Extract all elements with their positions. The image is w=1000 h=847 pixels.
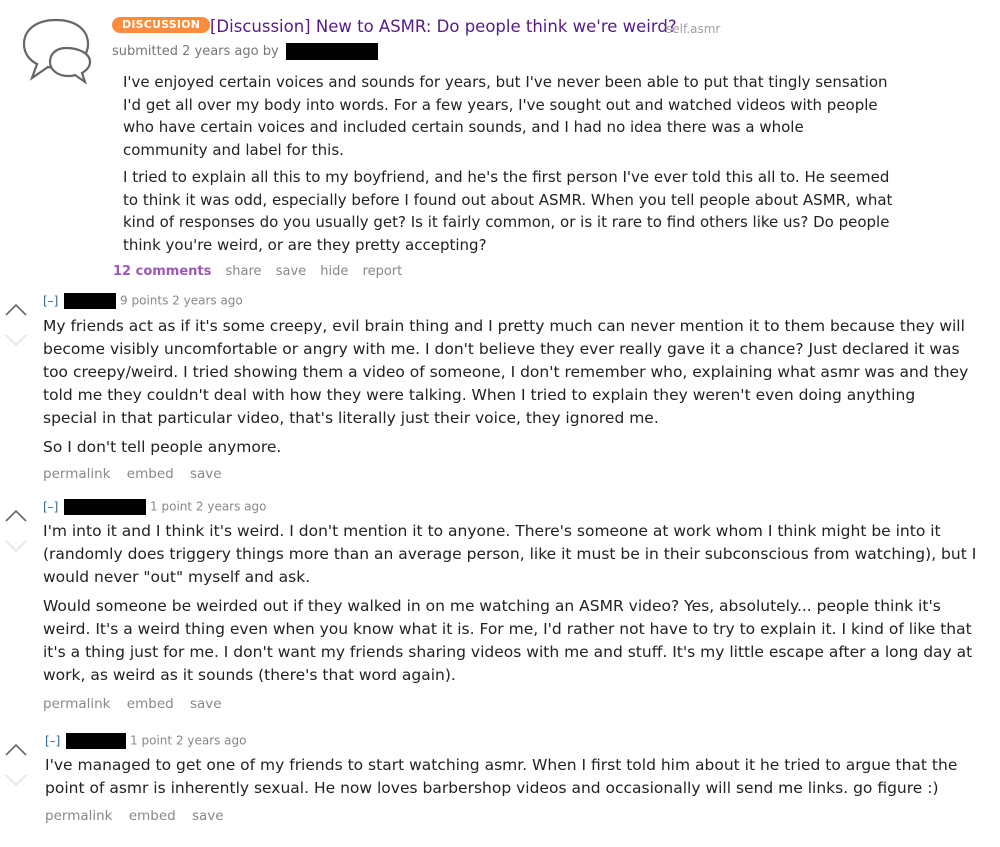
upvote-arrow-icon[interactable] [4, 302, 28, 316]
comment-score-time: 9 points 2 years ago [120, 293, 243, 308]
comment-actions: permalink embed save [43, 696, 234, 712]
post-body: I've enjoyed certain voices and sounds f… [123, 71, 893, 261]
collapse-toggle[interactable]: [–] [43, 500, 58, 514]
upvote-arrow-icon[interactable] [4, 508, 28, 522]
redacted-username [285, 43, 378, 60]
save-link[interactable]: save [190, 466, 222, 482]
flair-badge: DISCUSSION [112, 17, 211, 33]
comment-score-time: 1 point 2 years ago [130, 733, 247, 748]
comment-paragraph: My friends act as if it's some creepy, e… [43, 317, 969, 427]
share-link[interactable]: share [226, 264, 262, 279]
save-link[interactable]: save [276, 264, 306, 279]
comment: [–] 9 points 2 years ago My friends act … [0, 290, 1000, 490]
comment-paragraph: I'm into it and I think it's weird. I do… [43, 522, 977, 586]
comment-meta: [–] 1 point 2 years ago [45, 733, 247, 749]
comment-paragraph: I've managed to get one of my friends to… [45, 756, 958, 797]
speech-bubbles-icon[interactable] [18, 16, 96, 86]
comments-link[interactable]: 12 comments [113, 264, 211, 279]
comment-body: I've managed to get one of my friends to… [45, 754, 975, 806]
downvote-arrow-icon[interactable] [4, 772, 28, 787]
comment-body: I'm into it and I think it's weird. I do… [43, 520, 978, 693]
post-title[interactable]: [Discussion] New to ASMR: Do people thin… [210, 17, 677, 36]
post-paragraph: I tried to explain all this to my boyfri… [123, 168, 893, 254]
collapse-toggle[interactable]: [–] [45, 734, 60, 748]
comment-meta: [–] 9 points 2 years ago [43, 293, 243, 309]
save-link[interactable]: save [192, 808, 224, 824]
embed-link[interactable]: embed [127, 466, 174, 482]
upvote-arrow-icon[interactable] [4, 742, 28, 756]
submitted-line: submitted 2 years ago by [112, 43, 378, 60]
save-link[interactable]: save [190, 696, 222, 712]
comment-meta: [–] 1 point 2 years ago [43, 499, 267, 515]
comment-body: My friends act as if it's some creepy, e… [43, 315, 973, 465]
post-domain[interactable]: self.asmr [666, 22, 720, 36]
embed-link[interactable]: embed [129, 808, 176, 824]
redacted-username [64, 499, 147, 515]
permalink-link[interactable]: permalink [43, 696, 111, 712]
hide-link[interactable]: hide [320, 264, 348, 279]
comment: [–] 1 point 2 years ago I've managed to … [0, 730, 1000, 840]
comment-paragraph: So I don't tell people anymore. [43, 438, 282, 456]
redacted-username [64, 293, 117, 309]
comment: [–] 1 point 2 years ago I'm into it and … [0, 496, 1000, 716]
comment-score-time: 1 point 2 years ago [150, 499, 267, 514]
comment-actions: permalink embed save [43, 466, 234, 482]
permalink-link[interactable]: permalink [45, 808, 113, 824]
embed-link[interactable]: embed [127, 696, 174, 712]
post-actions: 12 comments share save hide report [113, 264, 412, 279]
permalink-link[interactable]: permalink [43, 466, 111, 482]
collapse-toggle[interactable]: [–] [43, 294, 58, 308]
post-paragraph: I've enjoyed certain voices and sounds f… [123, 73, 888, 159]
downvote-arrow-icon[interactable] [4, 332, 28, 347]
submitted-text: submitted 2 years ago by [112, 44, 279, 59]
redacted-username [66, 733, 127, 749]
comment-paragraph: Would someone be weirded out if they wal… [43, 597, 973, 684]
report-link[interactable]: report [363, 264, 403, 279]
comment-actions: permalink embed save [45, 808, 236, 824]
downvote-arrow-icon[interactable] [4, 538, 28, 553]
